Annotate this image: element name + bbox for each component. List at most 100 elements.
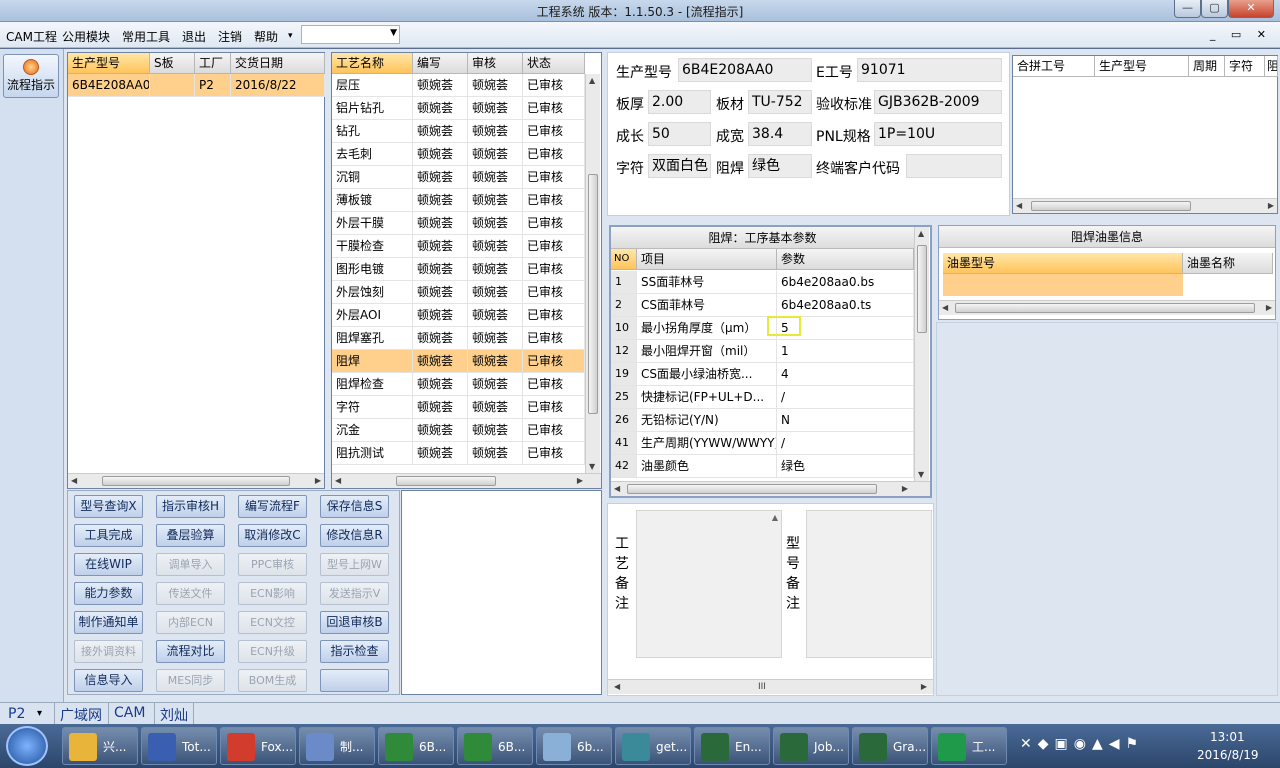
- col-ink-model[interactable]: 油墨型号: [943, 253, 1183, 274]
- col-no[interactable]: NO: [611, 249, 637, 270]
- action-button[interactable]: 流程对比: [156, 640, 225, 663]
- horizontal-scrollbar[interactable]: ◀ ▶: [68, 473, 324, 488]
- factory-selector[interactable]: P2: [8, 706, 25, 722]
- field-pnl-spec[interactable]: 1P=10U: [874, 122, 1002, 146]
- col-ink-name[interactable]: 油墨名称: [1183, 253, 1273, 274]
- horizontal-scrollbar[interactable]: ◀ III ▶: [608, 679, 933, 694]
- action-button[interactable]: 取消修改C: [238, 524, 307, 547]
- table-row[interactable]: 6B4E208AA0 P2 2016/8/22: [68, 74, 325, 97]
- action-button[interactable]: 调单导入: [156, 553, 225, 576]
- col-item[interactable]: 项目: [637, 249, 777, 270]
- col-delivery-date[interactable]: 交货日期: [231, 53, 325, 74]
- action-button[interactable]: 指示审核H: [156, 495, 225, 518]
- action-button[interactable]: 回退审核B: [320, 611, 389, 634]
- action-button[interactable]: 叠层验算: [156, 524, 225, 547]
- menu-logout[interactable]: 注销: [218, 28, 242, 45]
- process-notes-textarea[interactable]: ▲: [636, 510, 782, 658]
- table-row[interactable]: 25 快捷标记(FP+UL+D... /: [611, 386, 914, 409]
- action-button[interactable]: ECN文控: [238, 611, 307, 634]
- toolbar-combo[interactable]: ▼: [301, 25, 400, 44]
- table-row[interactable]: 层压 顿婉荟 顿婉荟 已审核: [332, 74, 585, 97]
- field-width[interactable]: 38.4: [748, 122, 812, 146]
- table-row[interactable]: 19 CS面最小绿油桥宽... 4: [611, 363, 914, 386]
- field-acceptance-standard[interactable]: GJB362B-2009: [874, 90, 1002, 114]
- taskbar-app-button[interactable]: 制...: [299, 727, 375, 765]
- help-arrow-icon[interactable]: ▾: [288, 31, 293, 41]
- col-factory[interactable]: 工厂: [195, 53, 231, 74]
- menu-exit[interactable]: 退出: [182, 28, 206, 45]
- action-button[interactable]: 编写流程F: [238, 495, 307, 518]
- restore-button[interactable]: ▢: [1201, 0, 1228, 18]
- table-row[interactable]: 41 生产周期(YYWW/WWYY) /: [611, 432, 914, 455]
- field-board-thickness[interactable]: 2.00: [648, 90, 711, 114]
- field-solder-mask[interactable]: 绿色: [748, 154, 812, 178]
- vertical-scrollbar[interactable]: ▲ ▼: [585, 74, 600, 473]
- action-button[interactable]: BOM生成: [238, 669, 307, 692]
- action-button[interactable]: 发送指示V: [320, 582, 389, 605]
- table-row[interactable]: 42 油墨颜色 绿色: [611, 455, 914, 478]
- table-row[interactable]: 图形电镀 顿婉荟 顿婉荟 已审核: [332, 258, 585, 281]
- taskbar-app-button[interactable]: get...: [615, 727, 691, 765]
- mdi-controls[interactable]: _ ▭ ✕: [1210, 28, 1272, 41]
- col-param[interactable]: 参数: [777, 249, 914, 270]
- table-row[interactable]: 外层AOI 顿婉荟 顿婉荟 已审核: [332, 304, 585, 327]
- taskbar-app-button[interactable]: 工...: [931, 727, 1007, 765]
- action-button[interactable]: 内部ECN: [156, 611, 225, 634]
- col-merge-character[interactable]: 字符: [1225, 56, 1265, 77]
- col-s-board[interactable]: S板: [150, 53, 195, 74]
- taskbar-app-button[interactable]: 兴...: [62, 727, 138, 765]
- action-button[interactable]: 指示检查: [320, 640, 389, 663]
- col-merge-number[interactable]: 合拼工号: [1013, 56, 1095, 77]
- horizontal-scrollbar[interactable]: ◀ ▶: [939, 300, 1275, 315]
- taskbar-app-button[interactable]: En...: [694, 727, 770, 765]
- taskbar-app-button[interactable]: 6B...: [457, 727, 533, 765]
- table-row[interactable]: 铝片钻孔 顿婉荟 顿婉荟 已审核: [332, 97, 585, 120]
- menu-tools[interactable]: 常用工具: [122, 28, 170, 45]
- action-button[interactable]: 型号查询X: [74, 495, 143, 518]
- action-button[interactable]: 工具完成: [74, 524, 143, 547]
- field-end-customer-code[interactable]: [906, 154, 1002, 178]
- nav-process-instruction-button[interactable]: 流程指示: [3, 54, 59, 98]
- col-status[interactable]: 状态: [523, 53, 585, 74]
- taskbar-app-button[interactable]: Gra...: [852, 727, 928, 765]
- table-row[interactable]: 阻焊 顿婉荟 顿婉荟 已审核: [332, 350, 585, 373]
- table-row[interactable]: 外层蚀刻 顿婉荟 顿婉荟 已审核: [332, 281, 585, 304]
- horizontal-scrollbar[interactable]: ◀ ▶: [332, 473, 601, 488]
- action-button[interactable]: ECN影响: [238, 582, 307, 605]
- action-button[interactable]: PPC审核: [238, 553, 307, 576]
- col-reviewer[interactable]: 审核: [468, 53, 523, 74]
- close-button[interactable]: ✕: [1228, 0, 1274, 18]
- table-row[interactable]: 去毛刺 顿婉荟 顿婉荟 已审核: [332, 143, 585, 166]
- table-row[interactable]: 阻焊检查 顿婉荟 顿婉荟 已审核: [332, 373, 585, 396]
- menu-help[interactable]: 帮助: [254, 28, 278, 45]
- field-length[interactable]: 50: [648, 122, 711, 146]
- table-row[interactable]: 薄板镀 顿婉荟 顿婉荟 已审核: [332, 189, 585, 212]
- col-process-name[interactable]: 工艺名称: [332, 53, 413, 74]
- taskbar-app-button[interactable]: 6b...: [536, 727, 612, 765]
- table-row[interactable]: 沉金 顿婉荟 顿婉荟 已审核: [332, 419, 585, 442]
- action-button[interactable]: 信息导入: [74, 669, 143, 692]
- table-row[interactable]: 10 最小拐角厚度（μm） 5: [611, 317, 914, 340]
- col-product-model[interactable]: 生产型号: [68, 53, 150, 74]
- table-row[interactable]: [943, 274, 1183, 296]
- chevron-down-icon[interactable]: ▾: [37, 708, 42, 719]
- taskbar-app-button[interactable]: 6B...: [378, 727, 454, 765]
- field-material[interactable]: TU-752: [748, 90, 812, 114]
- field-e-number[interactable]: 91071: [857, 58, 1002, 82]
- table-row[interactable]: 阻抗测试 顿婉荟 顿婉荟 已审核: [332, 442, 585, 465]
- table-row[interactable]: 阻焊塞孔 顿婉荟 顿婉荟 已审核: [332, 327, 585, 350]
- taskbar-app-button[interactable]: Job...: [773, 727, 849, 765]
- table-row[interactable]: 2 CS面菲林号 6b4e208aa0.ts: [611, 294, 914, 317]
- model-notes-textarea[interactable]: [806, 510, 932, 658]
- col-writer[interactable]: 编写: [413, 53, 468, 74]
- table-row[interactable]: 外层干膜 顿婉荟 顿婉荟 已审核: [332, 212, 585, 235]
- table-row[interactable]: 干膜检查 顿婉荟 顿婉荟 已审核: [332, 235, 585, 258]
- table-row[interactable]: 沉铜 顿婉荟 顿婉荟 已审核: [332, 166, 585, 189]
- start-button[interactable]: [6, 726, 48, 766]
- tray-icons[interactable]: ✕◆▣◉▲◀⚑: [1020, 736, 1144, 752]
- action-button[interactable]: 能力参数: [74, 582, 143, 605]
- table-row[interactable]: 12 最小阻焊开窗（mil） 1: [611, 340, 914, 363]
- action-button[interactable]: MES同步: [156, 669, 225, 692]
- menu-cam[interactable]: CAM工程: [6, 28, 57, 45]
- minimize-button[interactable]: —: [1174, 0, 1201, 18]
